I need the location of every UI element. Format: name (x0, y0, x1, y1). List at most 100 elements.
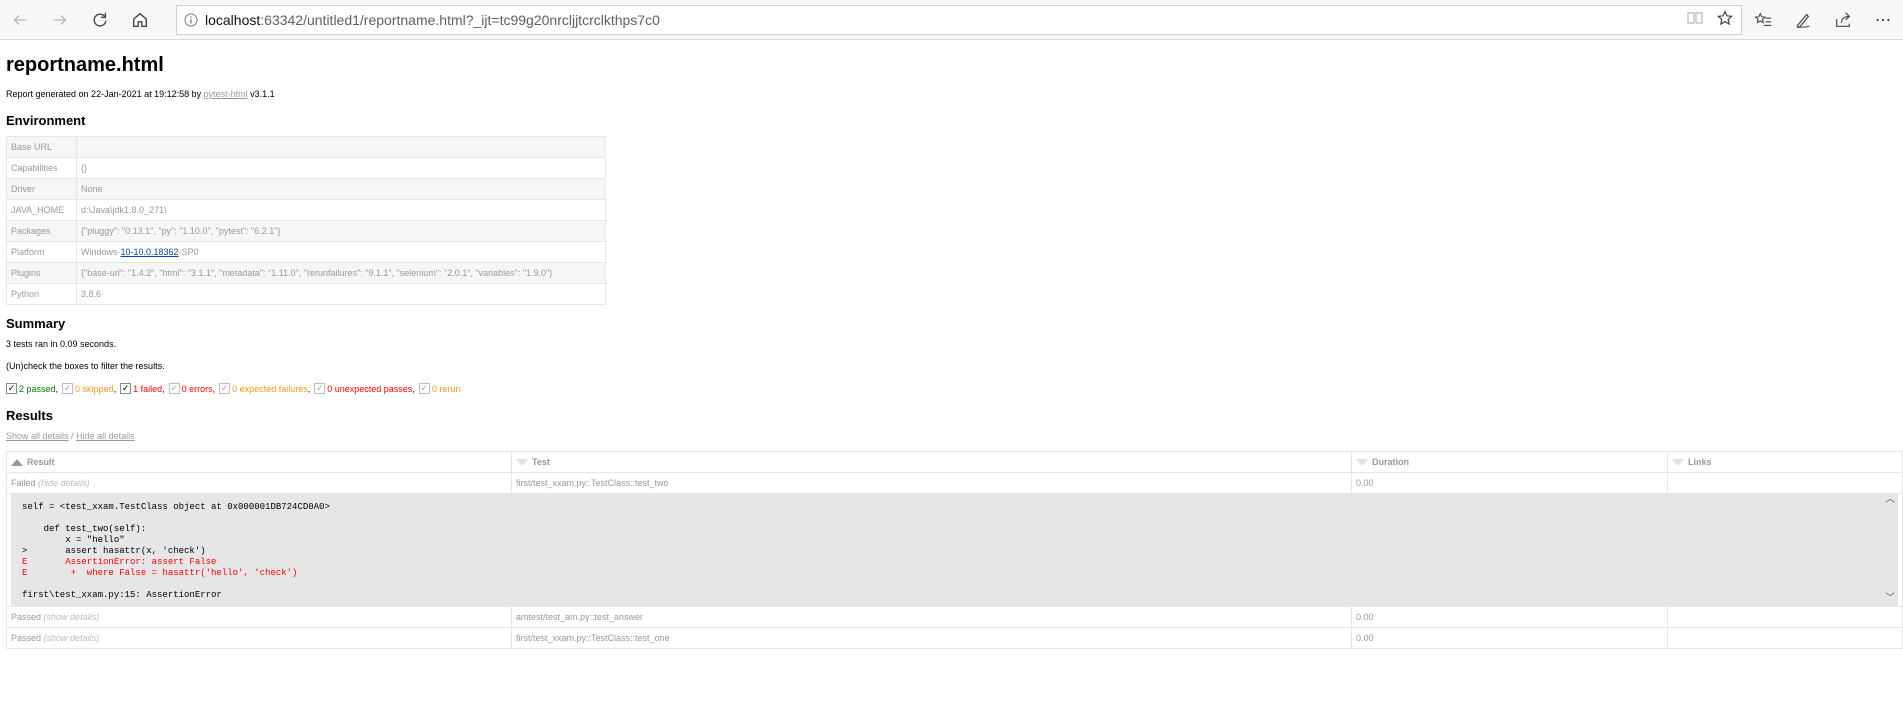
show-all-details-link[interactable]: Show all details (6, 431, 69, 441)
filter-hint: (Un)check the boxes to filter the result… (6, 361, 165, 371)
filter-rerun-checkbox[interactable]: ✓ (418, 383, 430, 394)
failure-log[interactable]: self = <test_xxam.TestClass object at 0x… (11, 494, 1898, 606)
scroll-up-icon[interactable]: ︿ (1885, 495, 1895, 506)
info-icon[interactable] (177, 13, 205, 27)
env-row: Base URL (6, 136, 606, 158)
col-result-header[interactable]: Result (6, 451, 512, 473)
hide-all-details-link[interactable]: Hide all details (76, 431, 135, 441)
share-button[interactable] (1823, 0, 1863, 40)
env-key: Base URL (6, 136, 77, 158)
result-cell[interactable]: Passed (show details) (6, 627, 512, 649)
sort-desc-icon (1356, 459, 1368, 467)
env-key: Driver (6, 178, 77, 200)
filter-xpass-checkbox[interactable]: ✓ (314, 383, 326, 394)
result-cell[interactable]: Failed (hide details) (6, 472, 512, 494)
platform-version-link[interactable]: 10-10.0.18362 (121, 247, 179, 257)
col-duration-header[interactable]: Duration (1351, 451, 1668, 473)
col-duration-label: Duration (1372, 457, 1409, 467)
filter-xfail-checkbox[interactable]: ✓ (219, 383, 231, 394)
environment-table: Base URL Capabilities{} Driver None JAVA_… (6, 136, 606, 305)
filter-passed-checkbox[interactable]: ✓ (6, 383, 17, 394)
table-row[interactable]: Passed (show details) amtest/test_am.py:… (6, 606, 1903, 628)
env-value: 3.8.6 (76, 283, 606, 305)
test-cell: amtest/test_am.py::test_answer (511, 606, 1352, 628)
sort-desc-icon (516, 459, 528, 467)
log-error-line: E AssertionError: assert False (22, 557, 217, 567)
links-cell (1667, 472, 1903, 494)
forward-button[interactable] (40, 0, 80, 40)
filter-failed[interactable]: ✓ 1 failed, (120, 383, 165, 394)
share-icon (1836, 12, 1851, 27)
log-cell: self = <test_xxam.TestClass object at 0x… (6, 493, 1903, 607)
env-value: {} (76, 157, 606, 179)
col-links-header[interactable]: Links (1667, 451, 1903, 473)
address-bar[interactable]: localhost:63342/untitled1/reportname.htm… (176, 5, 1742, 35)
col-test-header[interactable]: Test (511, 451, 1352, 473)
favorites-button[interactable] (1743, 0, 1783, 40)
more-icon (1876, 18, 1890, 22)
env-value (76, 136, 606, 158)
results-table: Result Test Duration Links Failed (hide … (6, 451, 1903, 649)
details-separator: / (68, 431, 77, 441)
filter-passed[interactable]: ✓ 2 passed, (6, 383, 58, 394)
col-result-label: Result (27, 457, 55, 467)
filter-skipped-checkbox[interactable]: ✓ (62, 383, 74, 394)
url-host: localhost (205, 12, 261, 28)
filter-errors-checkbox[interactable]: ✓ (168, 383, 180, 394)
result-filters: ✓ 2 passed, ✓ 0 skipped, ✓ 1 failed, ✓ 0 err… (6, 383, 1897, 394)
filter-xfail[interactable]: ✓ 0 expected failures, (219, 383, 310, 394)
platform-prefix: Windows- (81, 247, 121, 257)
test-cell: first/test_xxam.py::TestClass::test_one (511, 627, 1352, 649)
filter-rerun[interactable]: ✓ 0 rerun (418, 383, 460, 394)
duration-cell: 0.00 (1351, 606, 1668, 628)
home-icon (133, 12, 147, 27)
toggle-details-link[interactable]: (hide details) (38, 478, 90, 488)
result-cell[interactable]: Passed (show details) (6, 606, 512, 628)
sort-asc-icon (11, 459, 23, 467)
toggle-details-link[interactable]: (show details) (44, 612, 100, 622)
env-key: Packages (6, 220, 77, 242)
env-value: Windows-10-10.0.18362-SP0 (76, 241, 606, 263)
env-key: Platform (6, 241, 77, 263)
col-test-label: Test (532, 457, 550, 467)
col-links-label: Links (1688, 457, 1712, 467)
env-value: None (76, 178, 606, 200)
results-header-row: Result Test Duration Links (6, 451, 1903, 473)
table-row[interactable]: Passed (show details) first/test_xxam.py… (6, 627, 1903, 649)
filter-failed-checkbox[interactable]: ✓ (120, 383, 132, 394)
filter-skipped[interactable]: ✓ 0 skipped, (62, 383, 116, 394)
env-value: {"base-url": "1.4.2", "html": "3.1.1", "… (76, 262, 606, 284)
log-line: x = "hello" (22, 535, 125, 545)
arrow-right-icon (53, 14, 67, 25)
result-status: Passed (11, 612, 42, 622)
page-title: reportname.html (6, 54, 164, 76)
env-row: Capabilities{} (6, 157, 606, 179)
result-status: Failed (11, 478, 36, 488)
filter-xpass-label: 0 unexpected passes (327, 383, 413, 394)
env-key: Plugins (6, 262, 77, 284)
reading-view-icon[interactable] (1687, 11, 1703, 30)
env-row: Driver None (6, 178, 606, 200)
pytest-html-link[interactable]: pytest-html (204, 89, 248, 99)
pen-icon (1796, 13, 1810, 28)
home-button[interactable] (120, 0, 160, 40)
filter-failed-label: 1 failed (133, 383, 163, 394)
back-button[interactable] (0, 0, 40, 40)
env-value: {"pluggy": "0.13.1", "py": "1.10.0", "py… (76, 220, 606, 242)
refresh-button[interactable] (80, 0, 120, 40)
favorite-star-icon[interactable] (1717, 9, 1733, 31)
url-text[interactable]: localhost:63342/untitled1/reportname.htm… (205, 12, 660, 28)
more-button[interactable] (1863, 0, 1903, 40)
filter-errors[interactable]: ✓ 0 errors, (168, 383, 215, 394)
filter-passed-label: 2 passed (19, 383, 56, 394)
env-row: Platform Windows-10-10.0.18362-SP0 (6, 241, 606, 263)
scroll-down-icon[interactable]: ﹀ (1885, 594, 1895, 605)
notes-button[interactable] (1783, 0, 1823, 40)
filter-skipped-label: 0 skipped (75, 383, 114, 394)
toggle-details-link[interactable]: (show details) (44, 633, 100, 643)
env-key: Python (6, 283, 77, 305)
table-row[interactable]: Failed (hide details) first/test_xxam.py… (6, 472, 1903, 494)
environment-heading: Environment (6, 113, 86, 128)
filter-xpass[interactable]: ✓ 0 unexpected passes, (314, 383, 415, 394)
summary-heading: Summary (6, 316, 66, 331)
